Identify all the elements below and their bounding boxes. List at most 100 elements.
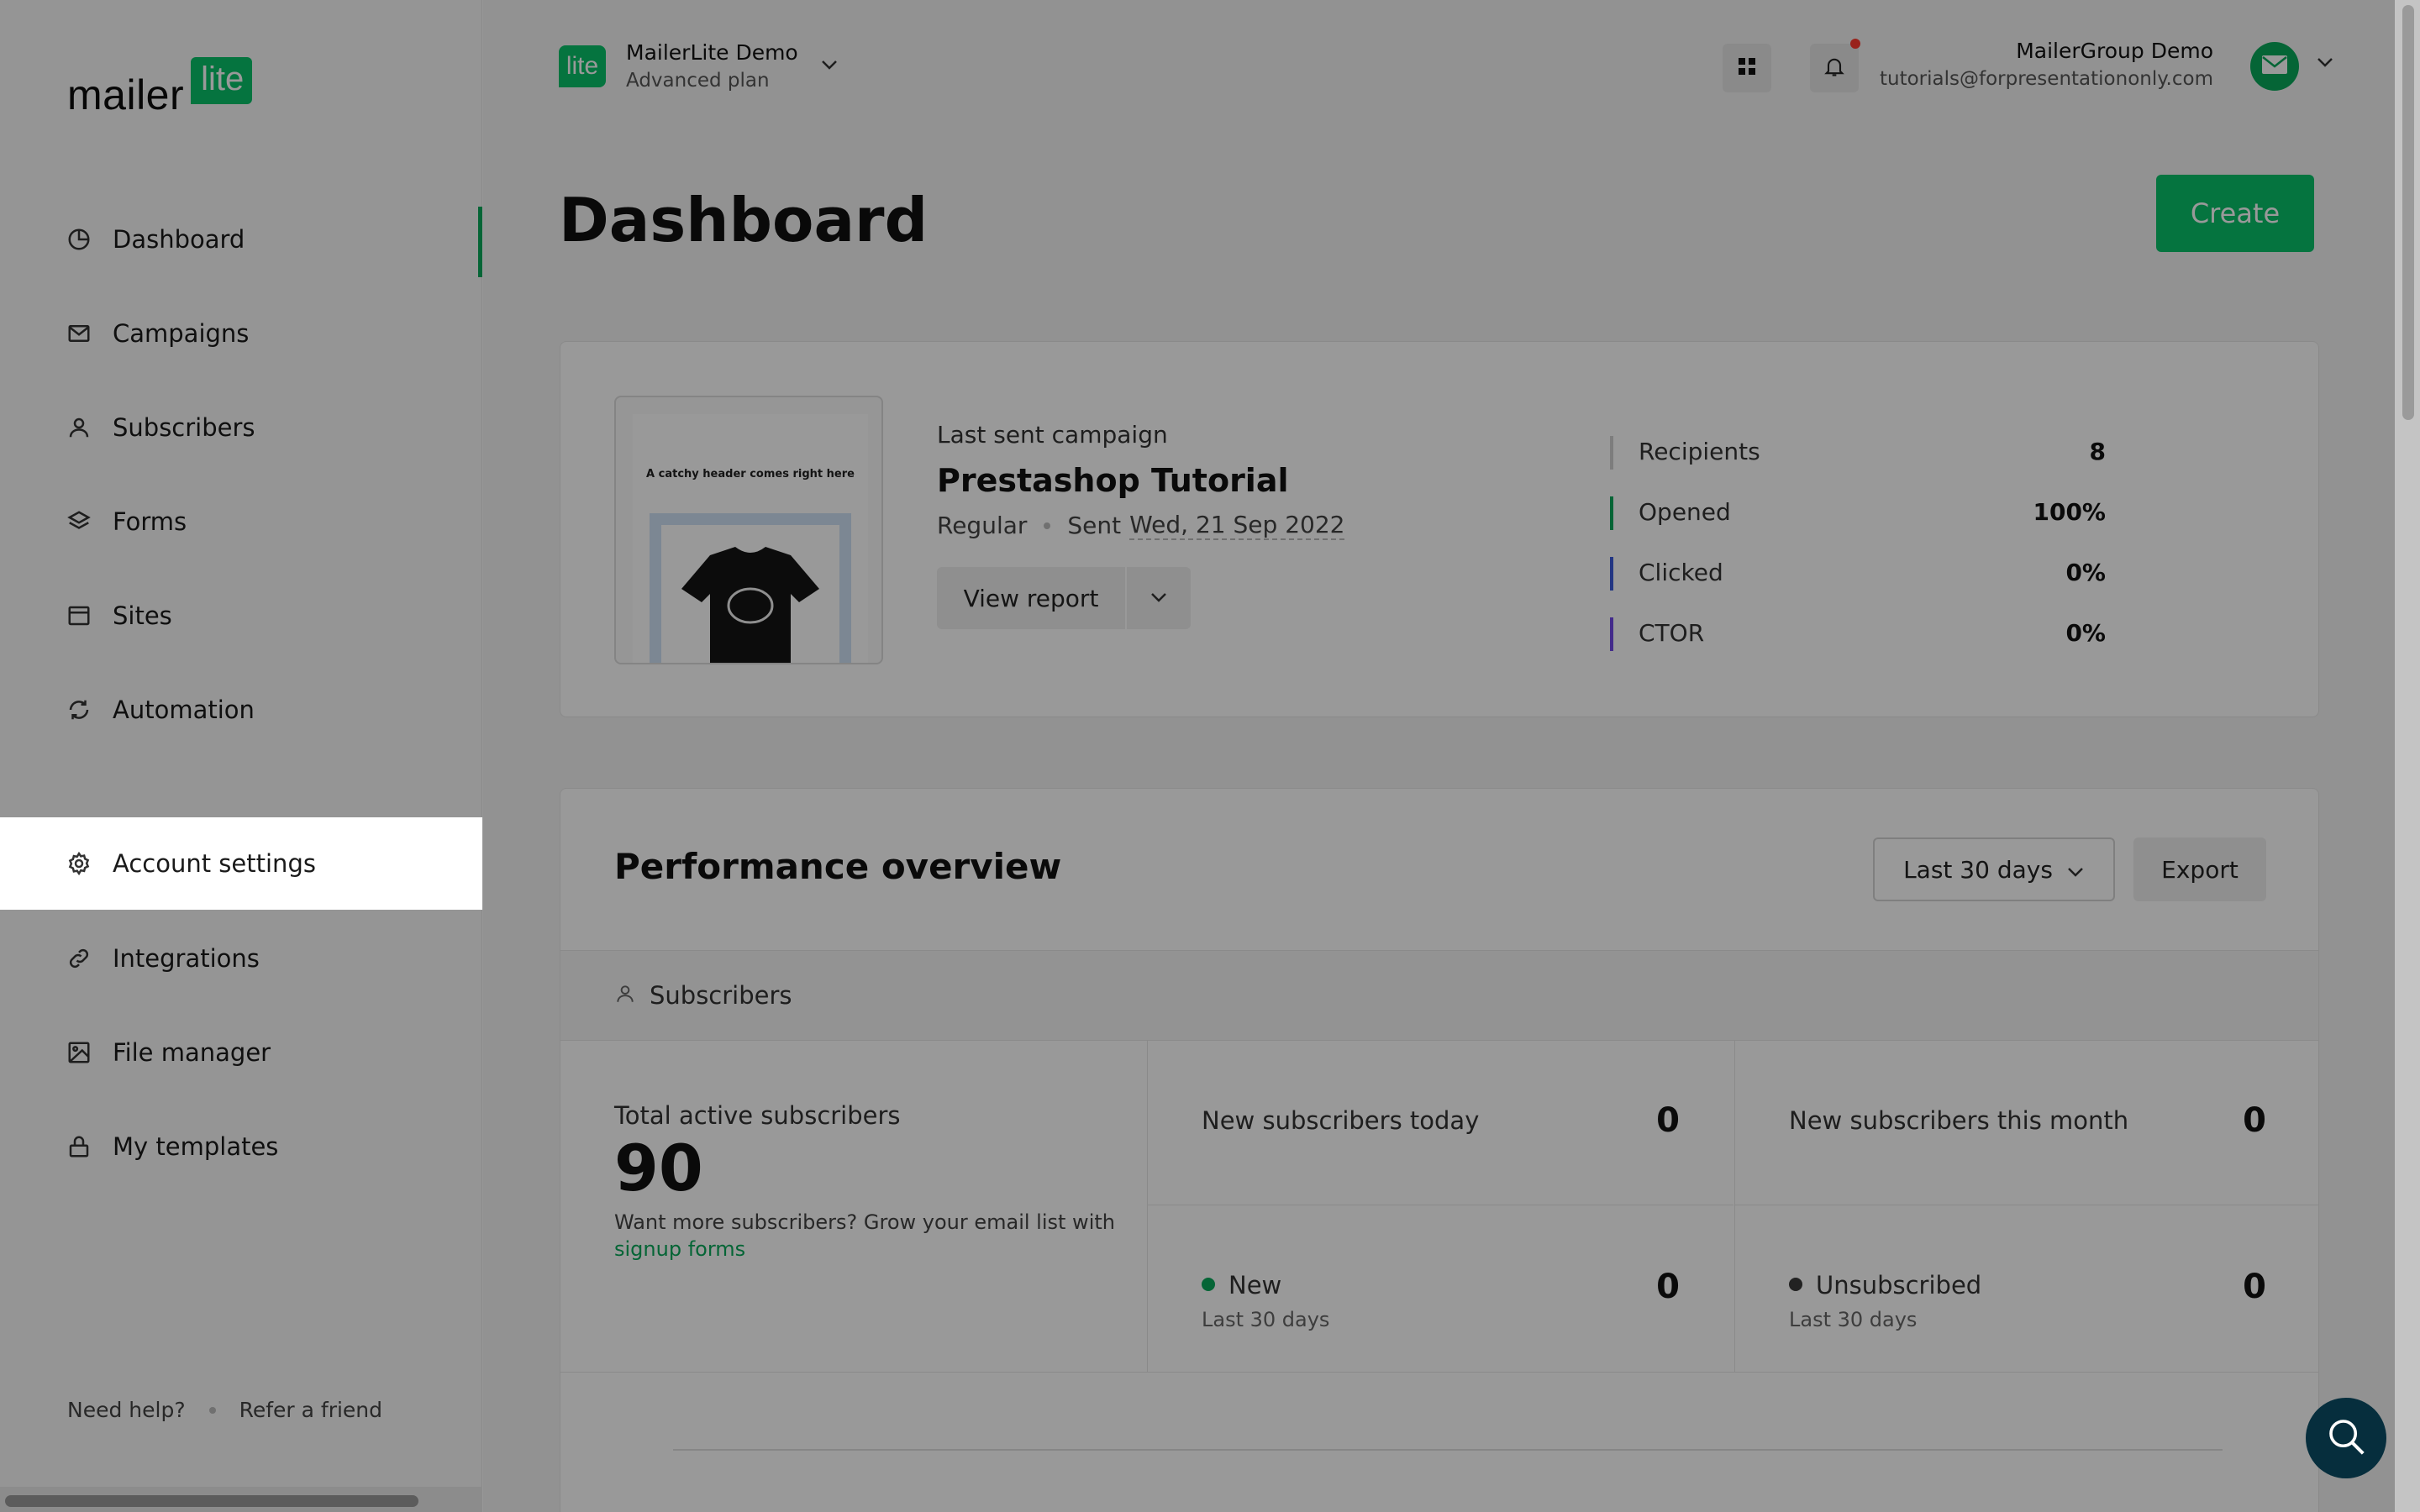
vertical-scrollbar-thumb[interactable] bbox=[2402, 5, 2414, 420]
date-range-select[interactable]: Last 30 days bbox=[1873, 837, 2115, 901]
new-today-cell: New subscribers today 0 bbox=[1147, 1041, 1733, 1205]
refresh-icon bbox=[66, 696, 92, 723]
sidebar-item-integrations[interactable]: Integrations bbox=[0, 912, 482, 1005]
sidebar-item-label: Dashboard bbox=[113, 225, 245, 254]
envelope-icon bbox=[2261, 55, 2288, 78]
preview-header: A catchy header comes right here bbox=[646, 468, 855, 480]
stat-bar bbox=[1610, 436, 1613, 470]
view-report-button[interactable]: View report bbox=[937, 567, 1127, 629]
sidebar-item-label: Campaigns bbox=[113, 319, 250, 348]
new-month-cell: New subscribers this month 0 bbox=[1734, 1041, 2318, 1205]
chevron-down-icon bbox=[2066, 856, 2085, 884]
help-chat-button[interactable] bbox=[2306, 1398, 2386, 1478]
report-button-group: View report bbox=[937, 567, 1191, 629]
sidebar-item-automation[interactable]: Automation bbox=[0, 664, 482, 756]
cell-value: 0 bbox=[2243, 1101, 2266, 1140]
horizontal-scrollbar[interactable] bbox=[0, 1487, 482, 1512]
page-title: Dashboard bbox=[559, 185, 929, 255]
sidebar-item-campaigns[interactable]: Campaigns bbox=[0, 287, 482, 380]
chevron-down-icon bbox=[1150, 591, 1168, 606]
stat-value: 0% bbox=[2065, 618, 2106, 647]
sidebar-item-forms[interactable]: Forms bbox=[0, 475, 482, 568]
campaign-stats: Recipients 8 Opened 100% Clicked 0% CTOR… bbox=[1610, 421, 2106, 663]
stat-bar bbox=[1610, 557, 1613, 591]
stat-recipients: Recipients 8 bbox=[1610, 421, 2106, 481]
status-dot bbox=[1789, 1278, 1802, 1291]
stat-label: Recipients bbox=[1639, 437, 1760, 465]
stat-opened: Opened 100% bbox=[1610, 481, 2106, 542]
apps-button[interactable] bbox=[1723, 44, 1771, 92]
sidebar-item-file-manager[interactable]: File manager bbox=[0, 1006, 482, 1099]
account-switcher[interactable]: lite MailerLite Demo Advanced plan bbox=[559, 40, 839, 92]
sidebar-item-label: Subscribers bbox=[113, 413, 255, 442]
stat-value: 8 bbox=[2089, 437, 2106, 465]
cell-value: 0 bbox=[1656, 1268, 1680, 1306]
mail-icon bbox=[66, 320, 92, 347]
sidebar-item-dashboard[interactable]: Dashboard bbox=[0, 193, 482, 286]
user-icon bbox=[66, 414, 92, 441]
user-icon bbox=[614, 983, 636, 1008]
signup-forms-link[interactable]: signup forms bbox=[614, 1237, 745, 1261]
campaign-kicker: Last sent campaign bbox=[937, 421, 1168, 449]
notification-dot bbox=[1850, 39, 1860, 49]
chevron-down-icon[interactable] bbox=[2316, 55, 2334, 71]
hint-text: Grow your email list with bbox=[863, 1210, 1115, 1234]
cell-sub: Last 30 days bbox=[1202, 1308, 1330, 1331]
grid-icon bbox=[1737, 56, 1757, 80]
cell-label: Unsubscribed bbox=[1789, 1271, 1981, 1299]
subscribers-tab[interactable]: Subscribers bbox=[560, 950, 2318, 1041]
report-options-button[interactable] bbox=[1127, 567, 1191, 629]
mailerlite-logo[interactable]: mailer lite bbox=[67, 57, 253, 118]
create-button[interactable]: Create bbox=[2156, 175, 2314, 252]
last-campaign-card: A catchy header comes right here Last se… bbox=[560, 341, 2319, 717]
cell-label-text: New bbox=[1228, 1271, 1282, 1299]
logo-word: mailer bbox=[67, 71, 185, 118]
unsubscribed-cell: Unsubscribed Last 30 days 0 bbox=[1734, 1205, 2318, 1372]
sidebar-item-my-templates[interactable]: My templates bbox=[0, 1100, 482, 1193]
sidebar-item-subscribers[interactable]: Subscribers bbox=[0, 381, 482, 474]
cell-label-text: Unsubscribed bbox=[1816, 1271, 1982, 1299]
browser-icon bbox=[66, 602, 92, 629]
refer-friend-link[interactable]: Refer a friend bbox=[239, 1398, 382, 1422]
account-logo: lite bbox=[559, 45, 606, 87]
stat-label: CTOR bbox=[1639, 618, 1705, 647]
cell-sub: Last 30 days bbox=[1789, 1308, 1918, 1331]
new-subscribers-cell: New Last 30 days 0 bbox=[1147, 1205, 1733, 1372]
top-bar: lite MailerLite Demo Advanced plan Maile… bbox=[483, 0, 2420, 134]
user-menu[interactable]: MailerGroup Demo tutorials@forpresentati… bbox=[1880, 39, 2213, 90]
sidebar-item-label: File manager bbox=[113, 1038, 271, 1067]
tab-label: Subscribers bbox=[650, 981, 792, 1010]
need-help-link[interactable]: Need help? bbox=[67, 1398, 186, 1422]
section-title: Performance overview bbox=[614, 846, 1062, 887]
export-button[interactable]: Export bbox=[2133, 837, 2266, 901]
hint-question: Want more subscribers? bbox=[614, 1210, 858, 1234]
stat-bar bbox=[1610, 617, 1613, 651]
campaign-thumbnail[interactable]: A catchy header comes right here bbox=[614, 396, 883, 664]
sidebar-item-sites[interactable]: Sites bbox=[0, 570, 482, 662]
dashboard-icon bbox=[66, 226, 92, 253]
campaign-title[interactable]: Prestashop Tutorial bbox=[937, 462, 1344, 499]
cell-label: New bbox=[1202, 1271, 1281, 1299]
separator-dot bbox=[208, 1406, 216, 1414]
stat-value: 100% bbox=[2033, 497, 2106, 526]
cell-label: New subscribers today bbox=[1202, 1106, 1480, 1135]
campaign-type: Regular bbox=[937, 512, 1028, 539]
sidebar-footer: Need help? Refer a friend bbox=[67, 1398, 382, 1422]
horizontal-scrollbar-thumb[interactable] bbox=[5, 1495, 418, 1507]
notifications-button[interactable] bbox=[1810, 39, 1860, 92]
stat-label: Clicked bbox=[1639, 558, 1723, 586]
link-icon bbox=[66, 945, 92, 972]
campaign-meta: Regular Sent Wed, 21 Sep 2022 bbox=[937, 511, 1345, 540]
highlighted-account-settings[interactable]: Account settings bbox=[0, 817, 482, 910]
user-email: tutorials@forpresentationonly.com bbox=[1879, 68, 2213, 90]
stat-ctor: CTOR 0% bbox=[1610, 602, 2106, 663]
sidebar-item-label: Account settings bbox=[113, 849, 316, 878]
performance-overview-card: Performance overview Last 30 days Export… bbox=[560, 788, 2319, 1512]
avatar[interactable] bbox=[2250, 42, 2299, 91]
vertical-scrollbar[interactable] bbox=[2395, 0, 2420, 1512]
bell-icon bbox=[1823, 55, 1846, 81]
chart-baseline bbox=[673, 1449, 2223, 1451]
layers-icon bbox=[66, 508, 92, 535]
cell-value: 0 bbox=[1656, 1101, 1680, 1140]
stat-label: Opened bbox=[1639, 497, 1731, 526]
